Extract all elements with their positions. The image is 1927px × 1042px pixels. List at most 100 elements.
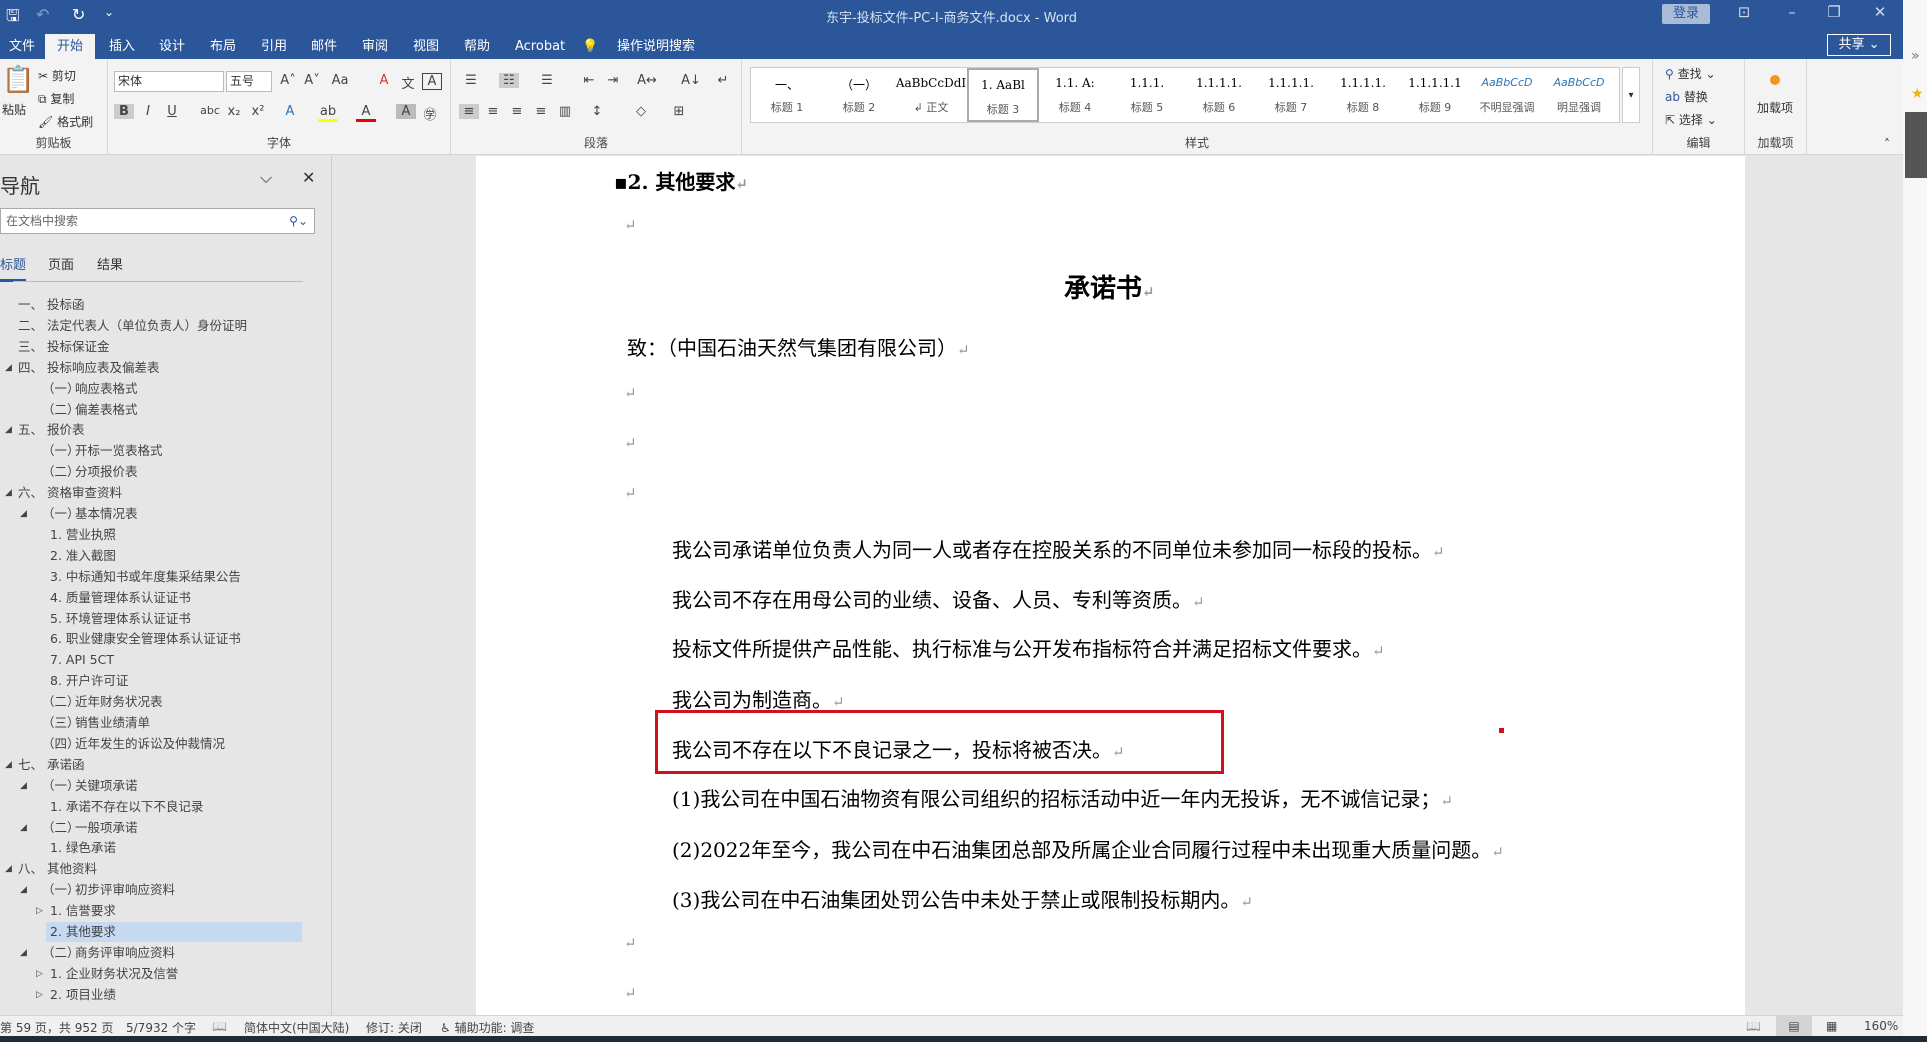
- nav-heading-item[interactable]: 七、 承诺函: [18, 755, 85, 775]
- tab-file[interactable]: 文件: [0, 34, 44, 59]
- nav-heading-item[interactable]: 4. 质量管理体系认证证书: [46, 588, 191, 608]
- tab-mailings[interactable]: 邮件: [302, 34, 346, 59]
- phonetic-guide-icon[interactable]: 文: [398, 73, 418, 92]
- nav-heading-item[interactable]: 1. 承诺不存在以下不良记录: [46, 797, 203, 817]
- borders-icon[interactable]: ⊞: [669, 104, 689, 119]
- tell-me-search[interactable]: 操作说明搜索: [608, 34, 704, 59]
- nav-heading-item[interactable]: 5. 环境管理体系认证证书: [46, 609, 191, 629]
- align-center-icon[interactable]: ≡: [483, 104, 503, 119]
- nav-tab-headings[interactable]: 标题: [0, 254, 27, 282]
- bullets-icon[interactable]: ☰: [461, 73, 481, 88]
- justify-icon[interactable]: ≡: [531, 104, 551, 119]
- search-icon[interactable]: ⚲⌄: [289, 209, 308, 233]
- change-case-icon[interactable]: Aa: [330, 73, 350, 88]
- char-border-icon[interactable]: A: [422, 73, 442, 90]
- collapse-arrow-icon[interactable]: ◢: [20, 818, 27, 838]
- collapse-arrow-icon[interactable]: ◢: [5, 420, 12, 440]
- nav-heading-item[interactable]: 1. 信誉要求: [46, 901, 116, 921]
- find-button[interactable]: ⚲ 查找 ⌄: [1665, 65, 1716, 82]
- nav-heading-item[interactable]: 八、 其他资料: [18, 859, 97, 879]
- shrink-font-icon[interactable]: A˅: [302, 73, 322, 88]
- font-size-select[interactable]: 五号: [226, 71, 272, 92]
- style-item[interactable]: 1.1. A: 标题 4: [1039, 68, 1111, 122]
- expand-arrow-icon[interactable]: ▷: [36, 901, 43, 921]
- scrollbar-thumb[interactable]: [1905, 112, 1927, 178]
- multilevel-list-icon[interactable]: ☰: [537, 73, 557, 88]
- collapse-arrow-icon[interactable]: ◢: [5, 358, 12, 378]
- superscript-icon[interactable]: x²: [248, 104, 268, 119]
- nav-heading-item[interactable]: 2. 其他要求: [46, 922, 302, 942]
- strikethrough-icon[interactable]: abc: [200, 104, 220, 117]
- tab-layout[interactable]: 布局: [201, 34, 245, 59]
- grow-font-icon[interactable]: A˄: [278, 73, 298, 88]
- nav-heading-item[interactable]: （四）近年发生的诉讼及仲裁情况: [42, 734, 225, 754]
- collapse-arrow-icon[interactable]: ◢: [20, 504, 27, 524]
- style-item[interactable]: 1.1.1.1. 标题 6: [1183, 68, 1255, 122]
- minimize-icon[interactable]: –: [1772, 3, 1812, 21]
- nav-heading-item[interactable]: 2. 准入截图: [46, 546, 116, 566]
- nav-heading-item[interactable]: 四、 投标响应表及偏差表: [18, 358, 160, 378]
- clear-format-icon[interactable]: A: [374, 73, 394, 88]
- expand-icon[interactable]: »: [1911, 48, 1920, 64]
- subscript-icon[interactable]: x₂: [224, 104, 244, 119]
- enclose-char-icon[interactable]: ㊫: [420, 104, 440, 123]
- style-item[interactable]: AaBbCcDdI ↲ 正文: [895, 68, 967, 122]
- nav-heading-item[interactable]: （二）近年财务状况表: [42, 692, 163, 712]
- nav-heading-item[interactable]: 6. 职业健康安全管理体系认证证书: [46, 629, 241, 649]
- accessibility[interactable]: ♿ 辅助功能: 调查: [440, 1019, 534, 1036]
- nav-search-input[interactable]: 在文档中搜索 ⚲⌄: [0, 208, 315, 234]
- page-count[interactable]: 第 59 页，共 952 页: [0, 1019, 113, 1036]
- style-item[interactable]: 1. AaBl 标题 3: [967, 68, 1039, 122]
- nav-heading-item[interactable]: （一）响应表格式: [42, 379, 138, 399]
- align-right-icon[interactable]: ≡: [507, 104, 527, 119]
- nav-close-icon[interactable]: ✕: [302, 168, 315, 187]
- nav-heading-item[interactable]: （三）销售业绩清单: [42, 713, 150, 733]
- style-item[interactable]: 1.1.1.1.1 标题 9: [1399, 68, 1471, 122]
- nav-heading-item[interactable]: 8. 开户许可证: [46, 671, 128, 691]
- show-marks-icon[interactable]: ↵: [713, 73, 733, 88]
- bold-icon[interactable]: B: [114, 104, 134, 119]
- nav-heading-item[interactable]: （一）初步评审响应资料: [42, 880, 175, 900]
- increase-indent-icon[interactable]: ⇥: [603, 73, 623, 88]
- nav-heading-item[interactable]: 1. 营业执照: [46, 525, 116, 545]
- share-button[interactable]: 共享 ⌄: [1827, 34, 1891, 56]
- style-item[interactable]: 1.1.1.1. 标题 7: [1255, 68, 1327, 122]
- tab-review[interactable]: 审阅: [353, 34, 397, 59]
- read-mode-icon[interactable]: 📖: [1746, 1019, 1761, 1033]
- nav-heading-item[interactable]: 3. 中标通知书或年度集采结果公告: [46, 567, 241, 587]
- collapse-arrow-icon[interactable]: ◢: [20, 943, 27, 963]
- distributed-icon[interactable]: ▥: [555, 104, 575, 119]
- paste-button[interactable]: 粘贴: [2, 101, 26, 118]
- zoom-level[interactable]: 160%: [1864, 1019, 1898, 1033]
- collapse-arrow-icon[interactable]: ◢: [5, 859, 12, 879]
- text-effects-icon[interactable]: A: [280, 104, 300, 119]
- language[interactable]: 简体中文(中国大陆): [244, 1019, 349, 1036]
- expand-arrow-icon[interactable]: ▷: [36, 964, 43, 984]
- ribbon-display-icon[interactable]: ⊡: [1724, 3, 1764, 21]
- nav-heading-item[interactable]: （一）开标一览表格式: [42, 441, 163, 461]
- italic-icon[interactable]: I: [138, 104, 158, 119]
- numbering-icon[interactable]: ☷: [499, 73, 519, 88]
- style-item[interactable]: AaBbCcD 不明显强调: [1471, 68, 1543, 122]
- expand-arrow-icon[interactable]: ▷: [36, 985, 43, 1005]
- web-layout-icon[interactable]: ▦: [1826, 1019, 1837, 1033]
- replace-button[interactable]: ab 替换: [1665, 88, 1708, 105]
- style-item[interactable]: 一、 标题 1: [751, 68, 823, 122]
- collapse-arrow-icon[interactable]: ◢: [5, 483, 12, 503]
- tab-acrobat[interactable]: Acrobat: [506, 34, 574, 59]
- style-item[interactable]: 1.1.1.1. 标题 8: [1327, 68, 1399, 122]
- collapse-arrow-icon[interactable]: ◢: [20, 880, 27, 900]
- align-left-icon[interactable]: ≡: [459, 104, 479, 119]
- collapse-arrow-icon[interactable]: ◢: [5, 755, 12, 775]
- nav-heading-item[interactable]: 1. 企业财务状况及信誉: [46, 964, 178, 984]
- nav-heading-item[interactable]: 五、 报价表: [18, 420, 85, 440]
- track-changes[interactable]: 修订: 关闭: [366, 1019, 422, 1036]
- tab-insert[interactable]: 插入: [100, 34, 144, 59]
- font-name-select[interactable]: 宋体: [114, 71, 224, 92]
- print-layout-icon[interactable]: ▤: [1776, 1016, 1812, 1036]
- select-button[interactable]: ⇱ 选择 ⌄: [1665, 111, 1717, 128]
- decrease-indent-icon[interactable]: ⇤: [579, 73, 599, 88]
- char-shading-icon[interactable]: A: [396, 104, 416, 119]
- nav-heading-item[interactable]: （二）分项报价表: [42, 462, 138, 482]
- font-color-icon[interactable]: A: [356, 104, 376, 122]
